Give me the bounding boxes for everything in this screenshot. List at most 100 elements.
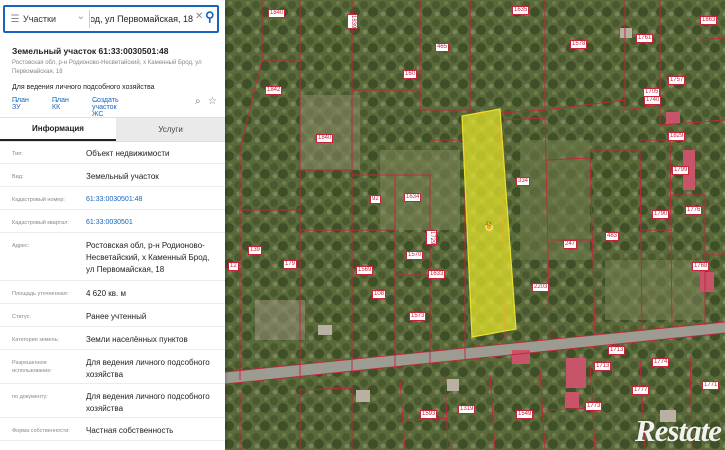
attribute-value: Для ведения личного подсобного хозяйства bbox=[86, 358, 210, 379]
attribute-value: Земельный участок bbox=[86, 172, 159, 181]
plot-number-label[interactable]: 1319 bbox=[458, 405, 476, 414]
plot-number-label[interactable]: 1570 bbox=[406, 251, 424, 260]
plot-number-label[interactable]: 1593 bbox=[420, 410, 438, 419]
attribute-value: Частная собственность bbox=[86, 426, 174, 435]
attribute-value: Земли населённых пунктов bbox=[86, 335, 188, 344]
plot-number-label[interactable]: 160 bbox=[403, 70, 418, 79]
plot-number-label[interactable]: 1713 bbox=[594, 362, 612, 371]
attribute-row: Категория земель: Земли населённых пункт… bbox=[0, 327, 225, 350]
attribute-row: Кадастровый квартал: 61:33:0030501 bbox=[0, 210, 225, 233]
attribute-value: Ростовская обл, р-н Родионово-Несветайск… bbox=[86, 241, 210, 274]
attribute-label: Вид: bbox=[12, 174, 24, 180]
cadastral-quarter-link[interactable]: 61:33:0030501 bbox=[86, 217, 218, 229]
plot-number-label[interactable]: 1842 bbox=[265, 86, 283, 95]
clear-icon[interactable]: ✕ bbox=[195, 11, 203, 22]
plot-number-label[interactable]: 1799 bbox=[672, 166, 690, 175]
plot-number-label[interactable]: 1705 bbox=[643, 88, 661, 97]
attribute-value: 4 620 кв. м bbox=[86, 289, 126, 298]
plot-number-label[interactable]: 1549 bbox=[516, 410, 534, 419]
plot-number-label[interactable]: 1829 bbox=[668, 132, 686, 141]
attribute-label: Тип: bbox=[12, 151, 23, 157]
plot-number-label[interactable]: 334 bbox=[516, 177, 531, 186]
plot-number-label[interactable]: 1729 bbox=[426, 230, 437, 246]
tab-info[interactable]: Информация bbox=[0, 118, 116, 141]
plot-number-label[interactable]: 1776 bbox=[685, 206, 703, 215]
search-bar: ☰ Участки ⌄ Каменный Брод, ул Первомайск… bbox=[3, 5, 219, 33]
plot-number-label[interactable]: 1790 bbox=[652, 210, 670, 219]
attribute-label: Категория земель: bbox=[12, 337, 60, 343]
attribute-label: Разрешенное использование: bbox=[12, 360, 52, 374]
selected-parcel-number: 48 bbox=[485, 222, 492, 228]
attribute-label: Форма собственности: bbox=[12, 428, 70, 434]
plot-number-label[interactable]: 1774 bbox=[652, 358, 670, 367]
info-panel: ☰ Участки ⌄ Каменный Брод, ул Первомайск… bbox=[0, 0, 225, 450]
attribute-value: Объект недвижимости bbox=[86, 149, 170, 158]
action-links: План ЗУ → План КК → Создать участок ЖС → bbox=[12, 97, 217, 118]
plot-number-label[interactable]: 92 bbox=[370, 195, 381, 204]
plot-number-label[interactable]: 12 bbox=[228, 262, 239, 271]
cadastral-number-link[interactable]: 61:33:0030501:48 bbox=[86, 194, 218, 206]
attribute-label: по документу: bbox=[12, 394, 48, 400]
plot-number-label[interactable]: 179 bbox=[283, 260, 298, 269]
tab-services[interactable]: Услуги bbox=[116, 118, 225, 141]
attribute-label: Кадастровый номер: bbox=[12, 197, 65, 203]
plot-number-label[interactable]: 1578 bbox=[570, 40, 588, 49]
plot-number-label[interactable]: 1761 bbox=[636, 34, 654, 43]
attribute-row: по документу: Для ведения личного подсоб… bbox=[0, 384, 225, 418]
plot-number-label[interactable]: 1740 bbox=[644, 96, 662, 105]
list-icon: ☰ bbox=[10, 13, 20, 25]
plot-number-label[interactable]: 2203 bbox=[532, 283, 550, 292]
attribute-row: Разрешенное использование: Для ведения л… bbox=[0, 350, 225, 384]
divider bbox=[89, 10, 90, 28]
attribute-row: Тип: Объект недвижимости bbox=[0, 141, 225, 164]
plot-number-label[interactable]: 1840 bbox=[268, 9, 286, 18]
search-type-label: Участки bbox=[23, 14, 56, 24]
parcel-title: Земельный участок 61:33:0030501:48 bbox=[12, 46, 169, 56]
plot-number-label[interactable]: 247 bbox=[563, 240, 578, 249]
plot-number-label[interactable]: 1635 bbox=[512, 6, 530, 15]
create-zhs-link[interactable]: Создать участок ЖС → bbox=[92, 97, 119, 118]
parcel-purpose: Для ведения личного подсобного хозяйства bbox=[12, 84, 155, 91]
plot-number-label[interactable]: 1768 bbox=[692, 262, 710, 271]
zoom-icon[interactable]: ⌕ bbox=[195, 96, 201, 107]
plot-number-label[interactable]: 1757 bbox=[668, 76, 686, 85]
chevron-down-icon: ⌄ bbox=[76, 11, 85, 22]
plan-zu-link[interactable]: План ЗУ → bbox=[12, 97, 29, 111]
plot-number-label[interactable]: 483 bbox=[605, 232, 620, 241]
attribute-value: Для ведения личного подсобного хозяйства bbox=[86, 392, 210, 413]
search-input[interactable]: Каменный Брод, ул Первомайская, 18 bbox=[91, 10, 193, 28]
attributes-table: Тип: Объект недвижимости Вид: Земельный … bbox=[0, 141, 225, 441]
attribute-value: Ранее учтенный bbox=[86, 312, 147, 321]
search-icon[interactable]: ⚲ bbox=[205, 9, 215, 25]
plot-number-label[interactable]: 1863 bbox=[700, 16, 718, 25]
plot-number-label[interactable]: 1713 bbox=[608, 346, 626, 355]
tab-bar: Информация Услуги bbox=[0, 117, 225, 142]
plot-number-label[interactable]: 465 bbox=[435, 43, 450, 52]
plot-number-label[interactable]: 1569 bbox=[356, 266, 374, 275]
attribute-row: Вид: Земельный участок bbox=[0, 164, 225, 187]
attribute-row: Площадь уточненная: 4 620 кв. м bbox=[0, 281, 225, 304]
plot-number-label[interactable]: 108 bbox=[372, 290, 387, 299]
plot-number-label[interactable]: 1634 bbox=[404, 193, 422, 202]
plot-number-label[interactable]: 1839 bbox=[347, 14, 358, 30]
plot-number-label[interactable]: 1633 bbox=[428, 270, 446, 279]
attribute-row: Форма собственности: Частная собственнос… bbox=[0, 418, 225, 441]
attribute-label: Площадь уточненная: bbox=[12, 291, 69, 297]
attribute-row: Кадастровый номер: 61:33:0030501:48 bbox=[0, 187, 225, 210]
attribute-row: Адрес: Ростовская обл, р-н Родионово-Нес… bbox=[0, 233, 225, 281]
plot-number-label[interactable]: 1771 bbox=[702, 381, 720, 390]
attribute-label: Адрес: bbox=[12, 243, 30, 249]
plot-number-label[interactable]: 1777 bbox=[632, 386, 650, 395]
attribute-label: Кадастровый квартал: bbox=[12, 220, 69, 226]
parcel-address: Ростовская обл, р-н Родионово-Несветайск… bbox=[12, 60, 202, 75]
plot-number-label[interactable]: 139 bbox=[248, 246, 263, 255]
attribute-label: Статус: bbox=[12, 314, 31, 320]
plot-number-label[interactable]: 1840 bbox=[316, 134, 334, 143]
search-type-select[interactable]: ☰ Участки ⌄ bbox=[7, 10, 90, 28]
star-icon[interactable]: ☆ bbox=[208, 96, 217, 107]
restate-watermark: Restate bbox=[635, 413, 722, 448]
plan-kk-link[interactable]: План КК → bbox=[52, 97, 69, 111]
plot-number-label[interactable]: 1573 bbox=[409, 312, 427, 321]
attribute-row: Статус: Ранее учтенный bbox=[0, 304, 225, 327]
plot-number-label[interactable]: 1773 bbox=[585, 402, 603, 411]
